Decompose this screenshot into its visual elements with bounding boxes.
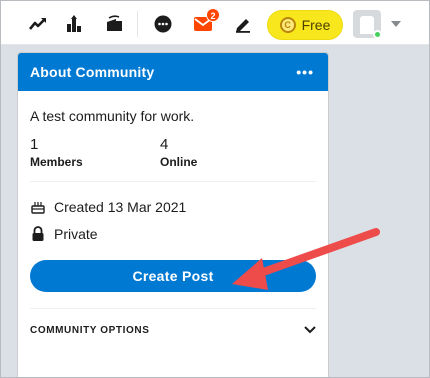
- top-navigation-bar: 2 C Free: [1, 1, 429, 45]
- more-options-icon[interactable]: •••: [294, 65, 316, 79]
- card-header: About Community •••: [18, 53, 328, 91]
- created-row: Created 13 Mar 2021: [18, 196, 328, 218]
- cake-icon: [30, 199, 46, 215]
- community-stats: 1 Members 4 Online: [18, 136, 328, 169]
- chat-icon[interactable]: [152, 13, 174, 35]
- free-label: Free: [301, 17, 331, 33]
- members-count: 1: [30, 136, 39, 153]
- user-menu-button[interactable]: [353, 9, 411, 39]
- community-options-label: COMMUNITY OPTIONS: [30, 324, 150, 336]
- chevron-down-icon: [391, 21, 401, 27]
- nav-divider: [137, 11, 138, 37]
- privacy-label: Private: [54, 226, 98, 242]
- avatar-figure: [360, 16, 374, 34]
- online-stat: 4 Online: [160, 136, 290, 169]
- community-description: A test community for work.: [30, 108, 195, 124]
- free-coins-button[interactable]: C Free: [267, 10, 343, 40]
- privacy-row: Private: [18, 223, 328, 245]
- about-community-card: About Community ••• A test community for…: [17, 52, 329, 378]
- coin-icon: C: [279, 17, 296, 33]
- live-icon[interactable]: [103, 13, 125, 35]
- community-options-toggle[interactable]: COMMUNITY OPTIONS: [18, 309, 328, 351]
- card-divider: [30, 181, 316, 182]
- lock-icon: [30, 226, 46, 242]
- create-post-button[interactable]: Create Post: [30, 260, 316, 292]
- stats-icon[interactable]: [63, 13, 85, 35]
- messages-icon[interactable]: 2: [192, 8, 220, 35]
- avatar: [353, 10, 381, 38]
- online-label: Online: [160, 155, 198, 169]
- members-label: Members: [30, 155, 83, 169]
- online-count: 4: [160, 136, 169, 153]
- messages-badge: 2: [206, 8, 220, 22]
- online-status-dot: [373, 30, 381, 38]
- card-title: About Community: [30, 64, 155, 80]
- trending-icon[interactable]: [27, 13, 49, 35]
- created-date: Created 13 Mar 2021: [54, 199, 187, 215]
- members-stat: 1 Members: [30, 136, 160, 169]
- create-post-pen-icon[interactable]: [232, 13, 254, 35]
- chevron-down-icon: [304, 321, 316, 339]
